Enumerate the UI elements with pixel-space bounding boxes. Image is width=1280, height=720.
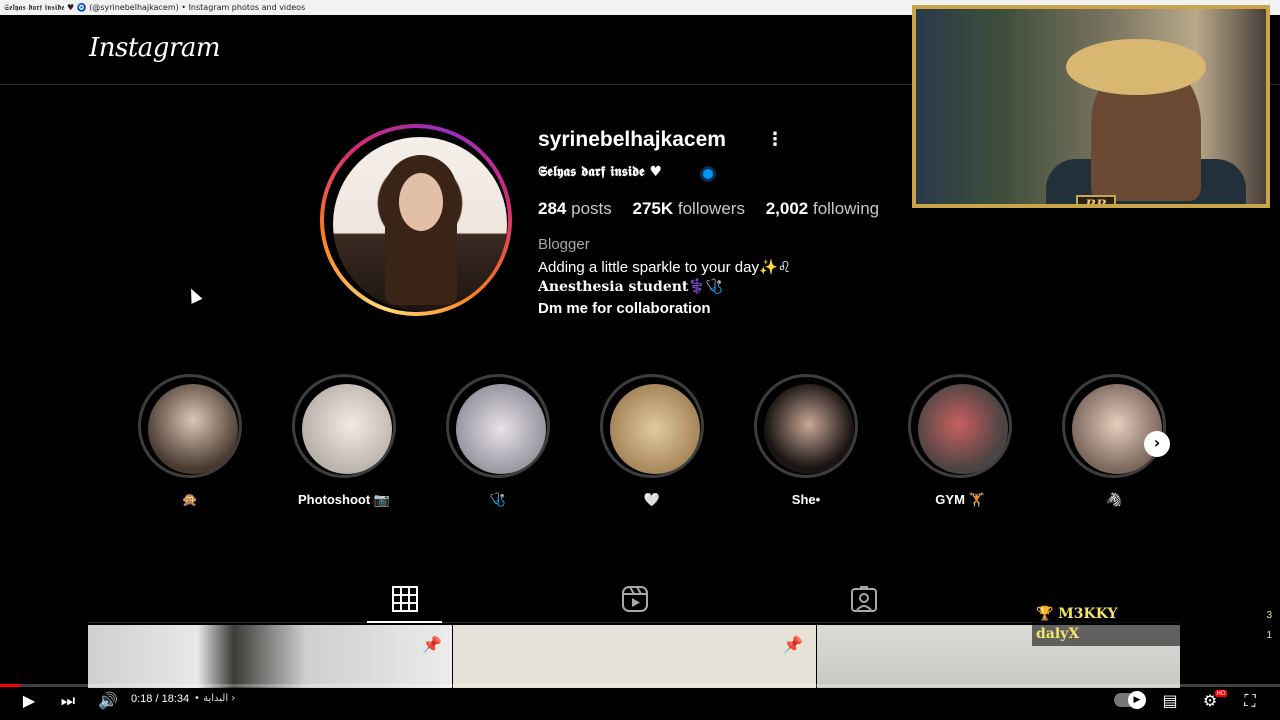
- profile-display-name: 𝕾𝖊𝖑𝖞𝖆𝖘 𝖉𝖆𝖗𝖋 𝖎𝖓𝖘𝖎𝖉𝖊 ♥︎: [538, 164, 663, 180]
- chat-count: 3: [1266, 610, 1272, 621]
- reels-icon: [622, 586, 648, 612]
- highlight-item[interactable]: 🤍: [600, 374, 704, 514]
- streamer-webcam: RR: [912, 5, 1270, 208]
- evil-eye-icon: [700, 166, 716, 182]
- hd-badge: HD: [1215, 690, 1227, 697]
- play-icon: ▶: [1128, 691, 1146, 709]
- volume-icon[interactable]: 🔊: [96, 690, 120, 712]
- highlight-cover: [918, 384, 1008, 474]
- tab-tagged[interactable]: [849, 584, 879, 614]
- avatar-photo: [333, 137, 507, 311]
- profile-category: Blogger: [538, 236, 590, 253]
- highlight-label: GYM 🏋️: [935, 492, 985, 507]
- stage: 𝕾𝖊𝖑𝖞𝖆𝖘 𝖉𝖆𝖗𝖋 𝖎𝖓𝖘𝖎𝖉𝖊 ♥︎ 🧿 (@syrinebelhajka…: [0, 0, 1280, 720]
- highlight-cover: [610, 384, 700, 474]
- time-display: 0:18 / 18:34: [131, 693, 190, 705]
- tabs-divider: [88, 622, 1180, 623]
- exit-fullscreen-icon[interactable]: ⛶: [1238, 690, 1262, 712]
- tab-reels[interactable]: [620, 584, 650, 614]
- tab-posts[interactable]: [390, 584, 420, 614]
- chapter-title[interactable]: • البداية ›: [194, 693, 235, 704]
- pin-icon: 📌: [422, 635, 442, 654]
- profile-username: syrinebelhajkacem: [538, 128, 726, 151]
- video-progress-bar[interactable]: [0, 684, 1280, 687]
- highlight-cover: [302, 384, 392, 474]
- active-tab-indicator: [367, 621, 442, 623]
- highlight-label: 🩺: [489, 492, 507, 507]
- highlight-label: 🤍: [643, 492, 661, 507]
- subtitles-icon[interactable]: ▤: [1158, 690, 1182, 712]
- highlight-cover: [764, 384, 854, 474]
- highlight-cover: [148, 384, 238, 474]
- highlight-item[interactable]: 🙊: [138, 374, 242, 514]
- bio-line: 𝐀𝐧𝐞𝐬𝐭𝐡𝐞𝐬𝐢𝐚 𝐬𝐭𝐮𝐝𝐞𝐧𝐭⚕️🩺: [538, 279, 724, 295]
- posts-stat[interactable]: 284 posts: [538, 199, 612, 218]
- highlight-label: Photoshoot 📷: [297, 492, 390, 507]
- highlight-item[interactable]: Photoshoot 📷: [292, 374, 396, 514]
- chat-count: 1: [1266, 630, 1272, 641]
- highlight-label: 🦓: [1105, 492, 1123, 507]
- instagram-logo[interactable]: Instagram: [89, 33, 221, 63]
- channel-logo: RR: [1076, 195, 1116, 204]
- post-thumbnail[interactable]: 📌: [453, 625, 816, 688]
- highlight-item[interactable]: 🩺: [446, 374, 550, 514]
- highlight-cover: [456, 384, 546, 474]
- following-stat[interactable]: 2,002 following: [766, 199, 879, 218]
- mouse-cursor: [185, 286, 203, 304]
- bio-line: Dm me for collaboration: [538, 300, 711, 317]
- profile-stats: 284 posts 275K followers 2,002 following: [538, 199, 895, 219]
- profile-avatar[interactable]: [320, 124, 512, 316]
- autoplay-toggle[interactable]: ▶: [1114, 691, 1146, 709]
- highlight-item[interactable]: GYM 🏋️: [908, 374, 1012, 514]
- followers-stat[interactable]: 275K followers: [632, 199, 744, 218]
- chat-overlay: 🏆 M3KKY 3 dalyX 1: [1032, 606, 1280, 646]
- grid-icon: [392, 586, 418, 612]
- tagged-icon: [851, 586, 877, 612]
- bio-line: Adding a little sparkle to your day✨♌︎: [538, 259, 792, 276]
- video-player-controls: [0, 688, 1280, 720]
- post-thumbnail[interactable]: 📌: [88, 625, 452, 688]
- highlight-item[interactable]: She•: [754, 374, 858, 514]
- highlights-next-button[interactable]: ›: [1144, 431, 1170, 457]
- next-icon[interactable]: ⏭: [56, 690, 80, 712]
- progress-fill: [0, 684, 21, 687]
- highlight-cover: [1072, 384, 1162, 474]
- pin-icon: 📌: [783, 635, 803, 654]
- chat-user: dalyX: [1036, 626, 1080, 642]
- highlight-label: 🙊: [181, 492, 199, 507]
- more-options-icon[interactable]: ⋮: [766, 130, 784, 150]
- play-icon[interactable]: ▶: [17, 690, 41, 712]
- chat-user: 🏆 M3KKY: [1036, 606, 1118, 622]
- highlight-label: She•: [791, 492, 821, 507]
